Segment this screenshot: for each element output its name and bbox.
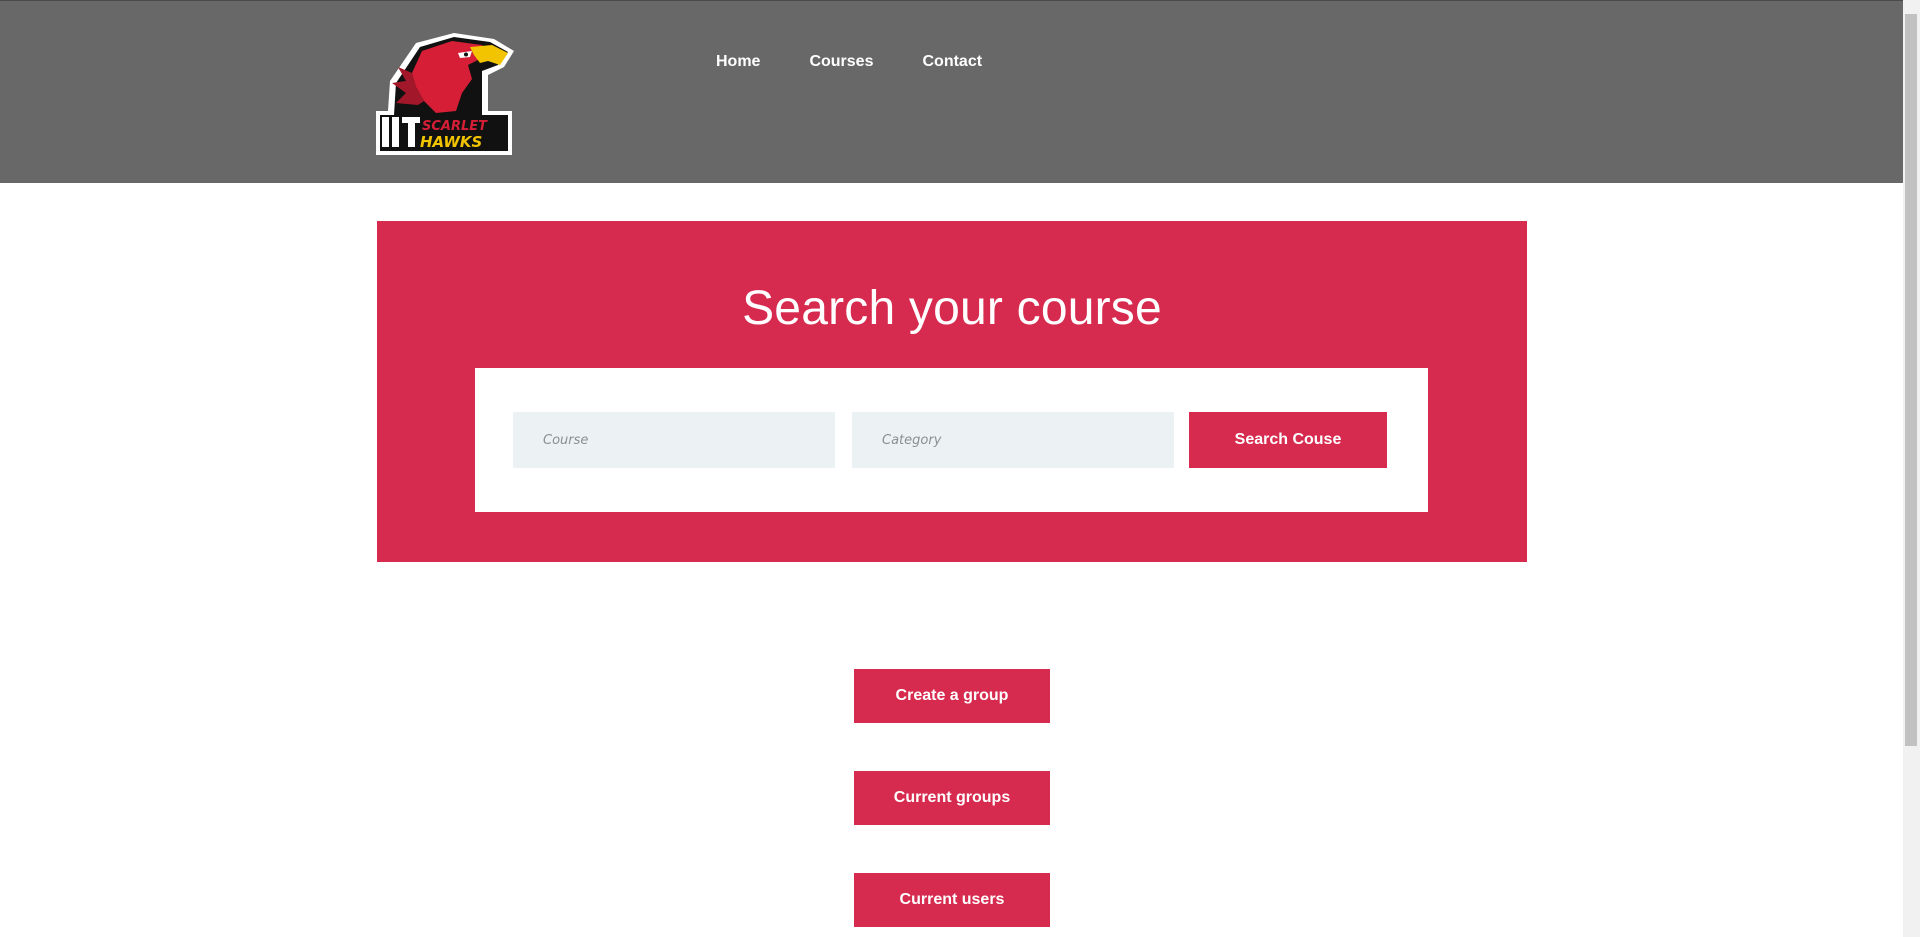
scrollbar-thumb[interactable]: [1905, 14, 1917, 746]
current-users-button[interactable]: Current users: [854, 873, 1050, 927]
page: SCARLET HAWKS Home Courses Contact Searc…: [0, 0, 1920, 937]
search-title: Search your course: [742, 282, 1162, 335]
nav-home-link[interactable]: Home: [716, 53, 760, 71]
course-search-panel: Search your course Search Couse: [377, 221, 1527, 562]
nav-courses-link[interactable]: Courses: [809, 53, 873, 71]
hawk-logo-icon: SCARLET HAWKS: [376, 33, 514, 155]
site-header: SCARLET HAWKS Home Courses Contact: [0, 1, 1903, 183]
course-input[interactable]: [513, 412, 835, 468]
svg-text:SCARLET: SCARLET: [422, 119, 488, 134]
search-course-button[interactable]: Search Couse: [1189, 412, 1387, 468]
nav-contact-link[interactable]: Contact: [922, 53, 982, 71]
svg-text:HAWKS: HAWKS: [420, 133, 482, 151]
main-nav: Home Courses Contact: [716, 53, 1031, 71]
vertical-scrollbar[interactable]: [1903, 0, 1920, 937]
search-form: Search Couse: [475, 368, 1428, 512]
category-input[interactable]: [852, 412, 1174, 468]
current-groups-button[interactable]: Current groups: [854, 771, 1050, 825]
create-group-button[interactable]: Create a group: [854, 669, 1050, 723]
scarlet-hawks-logo[interactable]: SCARLET HAWKS: [376, 31, 514, 155]
